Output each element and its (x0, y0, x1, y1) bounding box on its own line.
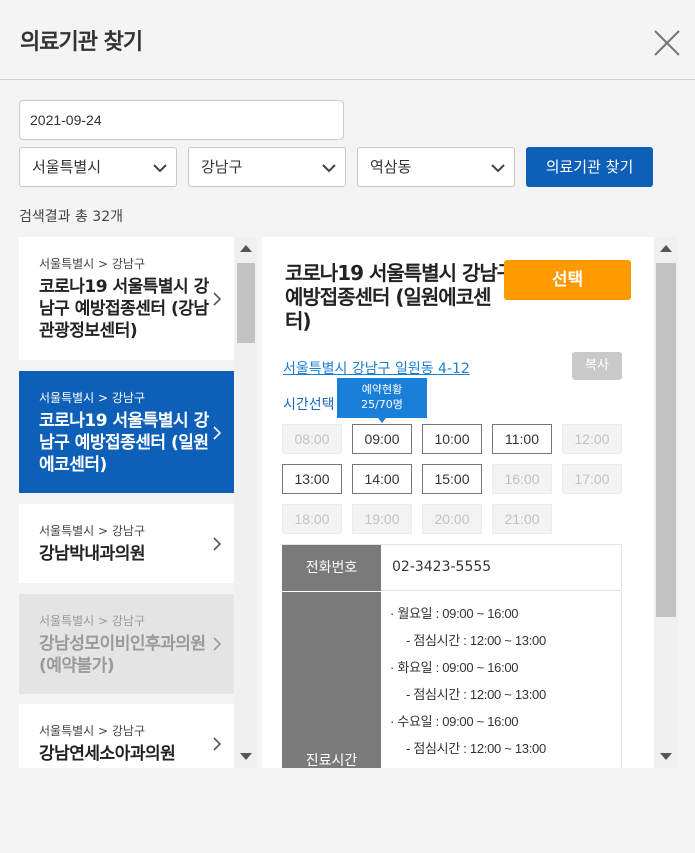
time-slot[interactable]: 15:00 (422, 464, 482, 494)
hours-line: · 월요일 : 09:00 ~ 16:00 (390, 606, 519, 621)
scroll-thumb[interactable] (237, 263, 255, 343)
phone-number: 02-3423-5555 (392, 559, 492, 575)
scroll-down-arrow-icon[interactable] (240, 753, 252, 760)
results-list[interactable]: 서울특별시 > 강남구 코로나19 서울특별시 강남구 예방접종센터 (강남관광… (19, 237, 257, 768)
chevron-right-icon (213, 737, 222, 751)
hours-line: - 점심시간 : 12:00 ~ 13:00 (406, 741, 546, 756)
chevron-right-icon (213, 537, 222, 551)
time-slot: 17:00 (562, 464, 622, 494)
hours-list: · 월요일 : 09:00 ~ 16:00 - 점심시간 : 12:00 ~ 1… (390, 600, 546, 762)
time-slot[interactable]: 10:00 (422, 424, 482, 454)
chevron-down-icon (491, 164, 505, 173)
address-link[interactable]: 서울특별시 강남구 일원동 4-12 (283, 358, 470, 378)
chevron-right-icon (213, 637, 222, 651)
scroll-down-arrow-icon[interactable] (660, 753, 672, 760)
list-item[interactable]: 서울특별시 > 강남구 코로나19 서울특별시 강남구 예방접종센터 (강남관광… (19, 237, 234, 360)
close-button[interactable] (650, 26, 684, 60)
city-select-value: 서울특별시 (32, 158, 102, 176)
search-button[interactable]: 의료기관 찾기 (526, 147, 653, 187)
list-item-name: 강남연세소아과의원 (39, 744, 176, 764)
district-select-value: 강남구 (201, 158, 243, 176)
hospital-search-modal: 의료기관 찾기 서울특별시 강남구 역삼동 의료기관 찾기 검색결과 총 32개… (0, 0, 695, 853)
list-item-name: 코로나19 서울특별시 강남구 예방접종센터 (강남관광정보센터) (39, 277, 209, 341)
reservation-tooltip: 예약현황 25/70명 (337, 378, 427, 423)
hours-line: · 화요일 : 09:00 ~ 16:00 (390, 660, 519, 675)
close-icon (654, 30, 680, 56)
list-item[interactable]: 서울특별시 > 강남구 강남박내과의원 (19, 504, 234, 583)
result-count: 검색결과 총 32개 (19, 209, 123, 225)
list-item-region: 서울특별시 > 강남구 (39, 257, 146, 271)
dong-select-value: 역삼동 (370, 158, 412, 176)
city-select[interactable]: 서울특별시 (19, 147, 177, 187)
detail-panel: 코로나19 서울특별시 강남구 예방접종센터 (일원에코센터) 선택 서울특별시… (262, 237, 654, 768)
hours-row: 진료시간 · 월요일 : 09:00 ~ 16:00 - 점심시간 : 12:0… (282, 592, 622, 768)
list-item-name: 강남성모이비인후과의원 (예약불가) (39, 634, 206, 676)
list-item-name: 코로나19 서울특별시 강남구 예방접종센터 (일원에코센터) (39, 411, 209, 475)
hours-header: 진료시간 (282, 592, 381, 768)
time-slot: 16:00 (492, 464, 552, 494)
time-select-label: 시간선택 (283, 397, 335, 413)
tooltip-title: 예약현황 (361, 383, 403, 396)
scroll-up-arrow-icon[interactable] (660, 245, 672, 252)
modal-header: 의료기관 찾기 (0, 0, 695, 80)
detail-title: 코로나19 서울특별시 강남구 예방접종센터 (일원에코센터) (285, 261, 515, 333)
chevron-down-icon (322, 164, 336, 173)
phone-row: 전화번호 02-3423-5555 (282, 545, 622, 591)
time-slot[interactable]: 11:00 (492, 424, 552, 454)
date-input[interactable] (19, 100, 344, 140)
hours-line: - 점심시간 : 12:00 ~ 13:00 (406, 633, 546, 648)
list-item-region: 서울특별시 > 강남구 (39, 724, 146, 738)
time-slot: 12:00 (562, 424, 622, 454)
select-button[interactable]: 선택 (504, 260, 631, 300)
time-slot: 20:00 (422, 504, 482, 534)
chevron-right-icon (213, 292, 222, 306)
list-item[interactable]: 서울특별시 > 강남구 강남연세소아과의원 (19, 704, 234, 768)
time-slot[interactable]: 14:00 (352, 464, 412, 494)
time-slot[interactable]: 13:00 (282, 464, 342, 494)
list-item[interactable]: 서울특별시 > 강남구 코로나19 서울특별시 강남구 예방접종센터 (일원에코… (19, 371, 234, 493)
chevron-right-icon (213, 426, 222, 440)
detail-scrollbar[interactable] (654, 237, 678, 768)
dong-select[interactable]: 역삼동 (357, 147, 515, 187)
hours-line: · 수요일 : 09:00 ~ 16:00 (390, 714, 519, 729)
list-item-region: 서울특별시 > 강남구 (39, 524, 146, 538)
list-item-region: 서울특별시 > 강남구 (39, 614, 146, 628)
time-slot: 21:00 (492, 504, 552, 534)
scroll-thumb[interactable] (656, 263, 676, 617)
copy-button[interactable]: 복사 (572, 352, 622, 380)
time-slot: 08:00 (282, 424, 342, 454)
hours-line: - 점심시간 : 12:00 ~ 13:00 (406, 687, 546, 702)
list-item-name: 강남박내과의원 (39, 544, 145, 564)
phone-header: 전화번호 (282, 545, 381, 591)
info-table: 전화번호 02-3423-5555 진료시간 · 월요일 : 09:00 ~ 1… (282, 544, 622, 768)
time-slot: 19:00 (352, 504, 412, 534)
list-item-region: 서울특별시 > 강남구 (39, 391, 146, 405)
district-select[interactable]: 강남구 (188, 147, 346, 187)
time-slot[interactable]: 09:00 (352, 424, 412, 454)
list-scrollbar[interactable] (235, 237, 257, 768)
list-item[interactable]: 서울특별시 > 강남구 강남성모이비인후과의원 (예약불가) (19, 594, 234, 694)
modal-title: 의료기관 찾기 (20, 30, 143, 55)
tooltip-value: 25/70명 (361, 398, 403, 411)
time-slot: 18:00 (282, 504, 342, 534)
scroll-up-arrow-icon[interactable] (240, 245, 252, 252)
chevron-down-icon (153, 164, 167, 173)
